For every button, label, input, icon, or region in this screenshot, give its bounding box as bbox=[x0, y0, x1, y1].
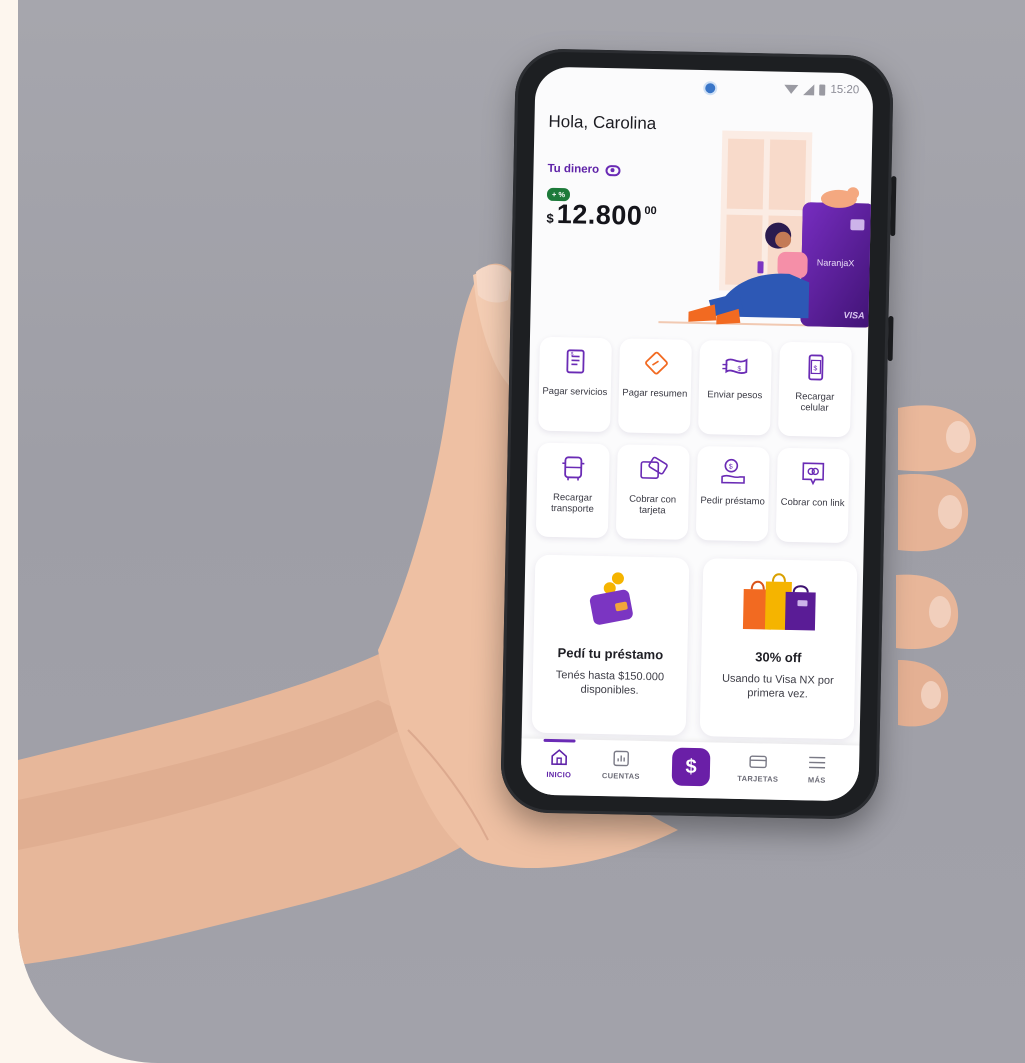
shopping-bags-icon bbox=[742, 573, 816, 631]
action-cobrar-con-tarjeta[interactable]: Cobrar con tarjeta bbox=[615, 444, 690, 540]
nav-tarjetas[interactable]: TARJETAS bbox=[730, 751, 787, 784]
signal-icon bbox=[803, 83, 815, 95]
active-tab-indicator bbox=[543, 738, 576, 743]
currency-symbol: $ bbox=[546, 210, 554, 226]
action-label: Pagar servicios bbox=[542, 385, 608, 399]
nav-mas[interactable]: MÁS bbox=[789, 752, 846, 785]
battery-icon bbox=[819, 83, 826, 96]
loan-hand-icon: $ bbox=[721, 458, 745, 484]
action-label: Recargar transporte bbox=[550, 492, 594, 515]
action-enviar-pesos[interactable]: $ Enviar pesos bbox=[697, 340, 772, 436]
front-camera bbox=[705, 83, 716, 94]
nav-cuentas[interactable]: CUENTAS bbox=[593, 748, 650, 781]
link-icon bbox=[802, 462, 825, 486]
greeting: Hola, Carolina bbox=[548, 112, 656, 134]
promo-title: 30% off bbox=[755, 649, 802, 666]
promo-description: Tenés hasta $150.000 disponibles. bbox=[555, 669, 665, 698]
action-label: Cobrar con tarjeta bbox=[629, 493, 677, 517]
card-tag-icon bbox=[645, 351, 668, 375]
dollar-icon: $ bbox=[685, 755, 697, 778]
status-icons: 15:20 bbox=[784, 83, 860, 97]
power-button bbox=[887, 315, 894, 362]
balance-toggle[interactable]: Tu dinero bbox=[547, 162, 621, 177]
promo-title: Pedí tu préstamo bbox=[557, 645, 664, 663]
wifi-icon bbox=[784, 84, 799, 94]
phone-topup-icon: $ bbox=[808, 354, 824, 381]
svg-text:$: $ bbox=[813, 365, 817, 372]
balance-label: Tu dinero bbox=[547, 162, 600, 176]
home-icon bbox=[551, 749, 568, 766]
user-name: Carolina bbox=[592, 112, 657, 134]
send-money-icon: $ bbox=[722, 358, 748, 374]
status-bar: 15:20 bbox=[535, 67, 874, 110]
balance-integer: 12.800 bbox=[556, 199, 643, 231]
bill-icon: $ bbox=[566, 349, 585, 374]
promo-description: Usando tu Visa NX por primera vez. bbox=[721, 672, 834, 701]
card-terminal-icon bbox=[640, 456, 668, 479]
dollar-action-button[interactable]: $ bbox=[671, 747, 711, 787]
app-screen: 15:20 NaranjaX VISA Hola, Carolina Tu di… bbox=[520, 66, 874, 802]
svg-text:$: $ bbox=[571, 351, 574, 357]
promo-cards: Pedí tu préstamo Tenés hasta $150.000 di… bbox=[531, 554, 858, 740]
balance-cents: 00 bbox=[644, 204, 657, 218]
action-label: Pagar resumen bbox=[622, 387, 688, 400]
wallet-coins-icon bbox=[589, 572, 633, 625]
card-brand: NaranjaX bbox=[817, 257, 855, 268]
action-label: Pedir préstamo bbox=[700, 495, 765, 508]
hero-illustration: NaranjaX VISA bbox=[658, 130, 874, 328]
promo-loan-card[interactable]: Pedí tu préstamo Tenés hasta $150.000 di… bbox=[531, 554, 690, 736]
nav-label: CUENTAS bbox=[601, 771, 640, 781]
greeting-prefix: Hola, bbox=[548, 111, 594, 132]
eye-icon[interactable] bbox=[604, 164, 621, 176]
action-pagar-servicios[interactable]: $ Pagar servicios bbox=[538, 336, 612, 433]
promo-discount-card[interactable]: 30% off Usando tu Visa NX por primera ve… bbox=[699, 558, 858, 740]
action-recargar-transporte[interactable]: Recargar transporte bbox=[535, 442, 610, 539]
nav-label: MÁS bbox=[807, 775, 826, 785]
action-label: Enviar pesos bbox=[707, 389, 763, 402]
quick-actions-grid: $ Pagar servicios Pagar resumen $ Enviar… bbox=[535, 336, 862, 544]
phone-device: 15:20 NaranjaX VISA Hola, Carolina Tu di… bbox=[500, 48, 897, 820]
bus-icon bbox=[562, 456, 585, 481]
bottom-navigation: INICIO CUENTAS $ TARJETAS MÁS bbox=[520, 738, 860, 802]
nav-label: INICIO bbox=[546, 769, 572, 780]
menu-icon bbox=[809, 756, 826, 769]
action-cobrar-con-link[interactable]: Cobrar con link bbox=[775, 447, 850, 544]
svg-text:$: $ bbox=[729, 464, 733, 471]
svg-text:$: $ bbox=[737, 366, 741, 373]
action-label: Recargar celular bbox=[795, 391, 835, 414]
nav-label: TARJETAS bbox=[737, 773, 779, 784]
action-label: Cobrar con link bbox=[780, 496, 845, 510]
action-pagar-resumen[interactable]: Pagar resumen bbox=[618, 338, 692, 434]
card-icon bbox=[749, 755, 767, 769]
action-pedir-prestamo[interactable]: $ Pedir préstamo bbox=[695, 446, 770, 542]
card-network: VISA bbox=[843, 310, 864, 320]
nav-inicio[interactable]: INICIO bbox=[531, 747, 588, 780]
chart-icon bbox=[613, 750, 629, 767]
status-time: 15:20 bbox=[830, 83, 860, 97]
action-recargar-celular[interactable]: $ Recargar celular bbox=[777, 341, 852, 438]
balance-amount: $ 12.800 00 bbox=[546, 199, 657, 232]
